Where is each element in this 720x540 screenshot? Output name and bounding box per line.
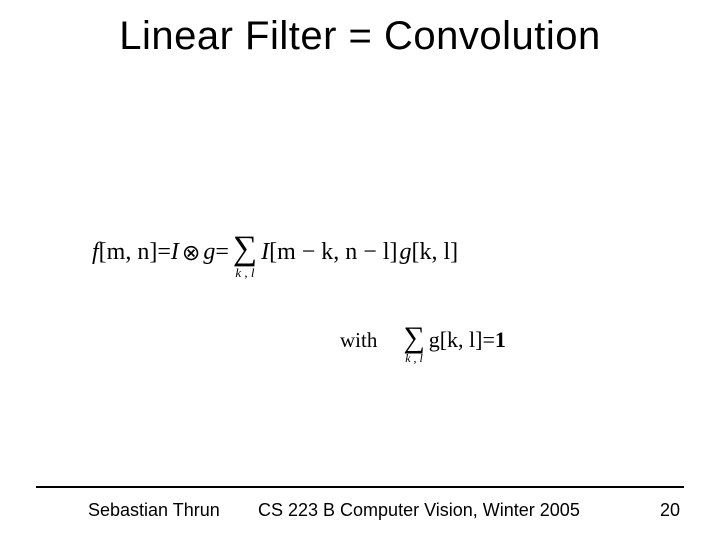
footer-page-number: 20 <box>660 500 680 521</box>
eq-g3: g <box>429 327 440 353</box>
sum-icon: ∑ k , l <box>233 234 257 279</box>
sum-icon-2: ∑ k , l <box>403 324 424 364</box>
eq-f: f <box>92 239 99 266</box>
slide-title: Linear Filter = Convolution <box>0 14 720 59</box>
eq-equals-1: = <box>157 239 171 266</box>
eq-g2-args: [k, l] <box>412 239 459 266</box>
sigma-symbol: ∑ <box>233 234 257 265</box>
equation-main: f [m, n] = I ⊗ g = ∑ k , l I [m − k, n −… <box>92 230 458 275</box>
sum-subscript-2: k , l <box>405 352 423 364</box>
sigma-symbol-2: ∑ <box>403 324 424 351</box>
footer-author: Sebastian Thrun <box>88 500 220 521</box>
eq-g: g <box>203 239 215 266</box>
eq-g3-args: [k, l] <box>440 327 483 353</box>
eq-f-args: [m, n] <box>99 239 158 266</box>
slide: Linear Filter = Convolution f [m, n] = I… <box>0 0 720 540</box>
footer-course: CS 223 B Computer Vision, Winter 2005 <box>258 500 580 521</box>
eq-I2-args: [m − k, n − l] <box>269 239 397 266</box>
footer: Sebastian Thrun CS 223 B Computer Vision… <box>0 500 720 530</box>
eq-g2: g <box>400 239 412 266</box>
eq-I2: I <box>261 239 269 266</box>
footer-divider <box>36 486 684 488</box>
sum-subscript: k , l <box>235 266 254 279</box>
eq-I: I <box>171 239 179 266</box>
equation-secondary: with ∑ k , l g [k, l] = 1 <box>340 320 506 360</box>
with-label: with <box>340 328 377 353</box>
eq-equals-3: = <box>483 327 495 353</box>
otimes-icon: ⊗ <box>182 240 200 266</box>
eq-one: 1 <box>495 327 506 353</box>
eq-equals-2: = <box>215 239 229 266</box>
